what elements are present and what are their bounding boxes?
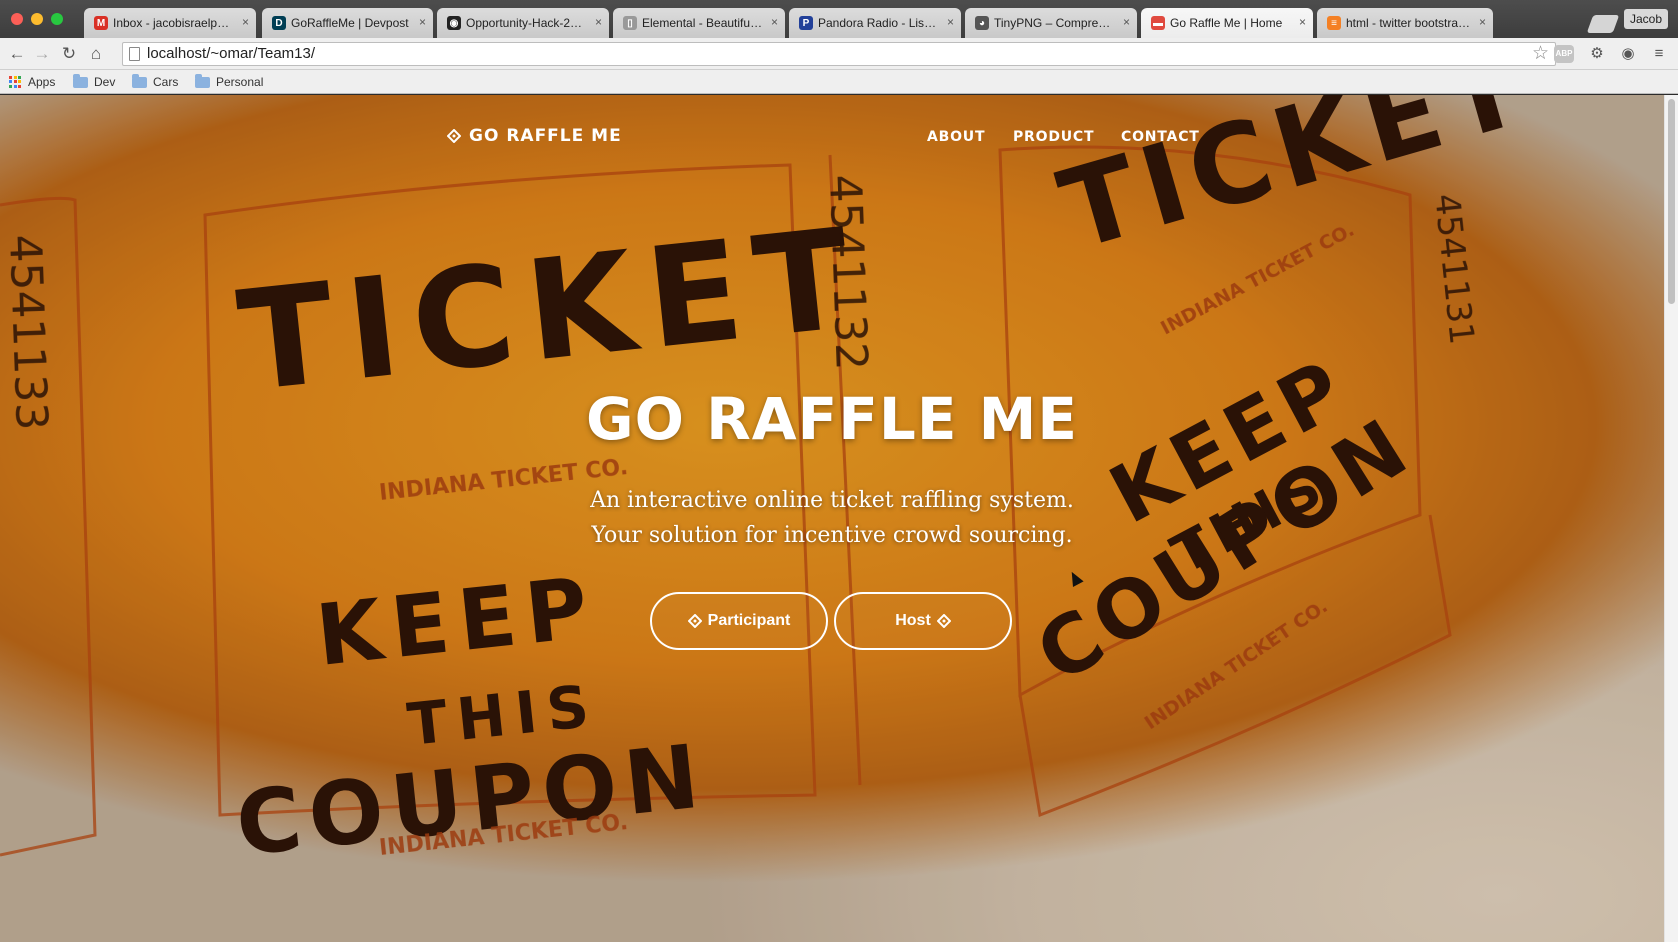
host-button[interactable]: Host [834, 592, 1012, 650]
brand-logo-link[interactable]: GO RAFFLE ME [447, 126, 622, 146]
nav-product-link[interactable]: PRODUCT [1013, 129, 1094, 145]
tab-close-icon[interactable]: × [771, 15, 778, 29]
tab-title: Go Raffle Me | Home [1170, 16, 1283, 30]
minimize-window-button[interactable] [31, 13, 43, 25]
page-viewport: TICKET TICKET KEEP THIS COUPON KEEP THIS… [0, 95, 1678, 942]
reload-icon[interactable]: ↻ [58, 44, 80, 64]
bookmark-folder-dev[interactable]: Dev [73, 73, 116, 90]
home-icon[interactable]: ⌂ [85, 44, 107, 64]
keep-word-left: KEEP [312, 558, 602, 685]
ticket-icon [936, 614, 951, 628]
participant-button-label: Participant [707, 612, 791, 629]
tab-close-icon[interactable]: × [242, 15, 249, 29]
tab-title: Opportunity-Hack-2015- [466, 16, 587, 30]
tab-favicon-icon: P [799, 16, 813, 30]
tab-close-icon[interactable]: × [1123, 15, 1130, 29]
gear-icon[interactable]: ⚙ [1587, 45, 1607, 63]
hero-subtitle-line-1: An interactive online ticket raffling sy… [590, 488, 1074, 513]
tab-close-icon[interactable]: × [1299, 15, 1306, 29]
tab-favicon-icon: ▯ [623, 16, 637, 30]
page-icon [129, 47, 140, 61]
back-icon[interactable]: ← [6, 44, 28, 64]
host-button-label: Host [895, 612, 931, 629]
serial-number-right: 4541131 [1426, 192, 1482, 347]
folder-icon [132, 73, 147, 88]
ticket-roll-illustration: TICKET TICKET KEEP THIS COUPON KEEP THIS… [0, 95, 1544, 876]
apps-grid-icon [9, 75, 22, 89]
bookmark-label: Dev [94, 75, 116, 89]
ticket-icon [687, 614, 702, 628]
tab-favicon-icon: D [272, 16, 286, 30]
nav-about-link[interactable]: ABOUT [927, 129, 985, 145]
browser-tab-strip: M Inbox - jacobisraelparra@ × D GoRaffleMe |… [0, 0, 1678, 38]
tab-title: TinyPNG – Compress PNG [994, 16, 1115, 30]
nav-contact-link[interactable]: CONTACT [1121, 129, 1200, 145]
browser-tab[interactable]: ◉ Opportunity-Hack-2015- × [437, 8, 609, 38]
tab-title: GoRaffleMe | Devpost [291, 16, 409, 30]
forward-icon[interactable]: → [31, 44, 53, 64]
scrollbar-thumb[interactable] [1668, 99, 1675, 304]
tab-favicon-icon: ◉ [447, 16, 461, 30]
browser-tab[interactable]: ▯ Elemental - Beautiful, Min × [613, 8, 785, 38]
bookmark-folder-cars[interactable]: Cars [132, 73, 179, 90]
site-navbar: GO RAFFLE ME ABOUT PRODUCT CONTACT [0, 95, 1664, 185]
browser-tab[interactable]: ≡ html - twitter bootstrap g × [1317, 8, 1493, 38]
hero-title: GO RAFFLE ME [585, 385, 1078, 453]
folder-icon [195, 73, 210, 88]
zoom-window-button[interactable] [51, 13, 63, 25]
tab-close-icon[interactable]: × [1479, 15, 1486, 29]
participant-button[interactable]: Participant [650, 592, 828, 650]
tab-title: Inbox - jacobisraelparra@ [113, 16, 234, 30]
browser-tab[interactable]: ▬ Go Raffle Me | Home × [1141, 8, 1313, 38]
serial-number-center: 4541132 [819, 174, 877, 372]
extension-circle-icon[interactable]: ◉ [1618, 45, 1638, 63]
address-bar[interactable]: localhost/~omar/Team13/ ☆ [122, 42, 1556, 66]
bookmarks-bar: Apps Dev Cars Personal [0, 70, 1678, 94]
browser-tab[interactable]: P Pandora Radio - Listen × [789, 8, 961, 38]
hero-subtitle-line-2: Your solution for incentive crowd sourci… [591, 523, 1073, 548]
bookmark-folder-personal[interactable]: Personal [195, 73, 264, 90]
tab-favicon-icon: ≡ [1327, 16, 1341, 30]
tab-favicon-icon: ◕ [975, 16, 989, 30]
tab-title: Elemental - Beautiful, Min [642, 16, 763, 30]
page-scrollbar[interactable] [1664, 95, 1678, 942]
new-tab-button[interactable] [1586, 15, 1620, 33]
menu-icon[interactable]: ≡ [1649, 45, 1669, 63]
tab-close-icon[interactable]: × [419, 15, 426, 29]
browser-toolbar: ← → ↻ ⌂ localhost/~omar/Team13/ ☆ ABP ⚙ … [0, 38, 1678, 70]
close-window-button[interactable] [11, 13, 23, 25]
folder-icon [73, 73, 88, 88]
tab-favicon-icon: M [94, 16, 108, 30]
bookmark-label: Cars [153, 75, 179, 89]
browser-tab[interactable]: ◕ TinyPNG – Compress PNG × [965, 8, 1137, 38]
tab-title: Pandora Radio - Listen [818, 16, 939, 30]
ticket-icon [447, 129, 461, 143]
tab-close-icon[interactable]: × [947, 15, 954, 29]
tab-close-icon[interactable]: × [595, 15, 602, 29]
bookmark-label: Apps [28, 75, 56, 89]
tab-favicon-icon: ▬ [1151, 16, 1165, 30]
browser-tab[interactable]: M Inbox - jacobisraelparra@ × [84, 8, 256, 38]
bookmark-apps[interactable]: Apps [9, 74, 55, 90]
brand-name: GO RAFFLE ME [469, 126, 622, 146]
adblock-plus-icon[interactable]: ABP [1554, 45, 1574, 63]
bookmark-star-icon[interactable]: ☆ [1532, 43, 1549, 65]
tab-title: html - twitter bootstrap g [1346, 16, 1471, 30]
address-bar-url: localhost/~omar/Team13/ [147, 45, 316, 62]
browser-tab[interactable]: D GoRaffleMe | Devpost × [262, 8, 433, 38]
bookmark-label: Personal [216, 75, 264, 89]
profile-button[interactable]: Jacob [1624, 9, 1669, 29]
